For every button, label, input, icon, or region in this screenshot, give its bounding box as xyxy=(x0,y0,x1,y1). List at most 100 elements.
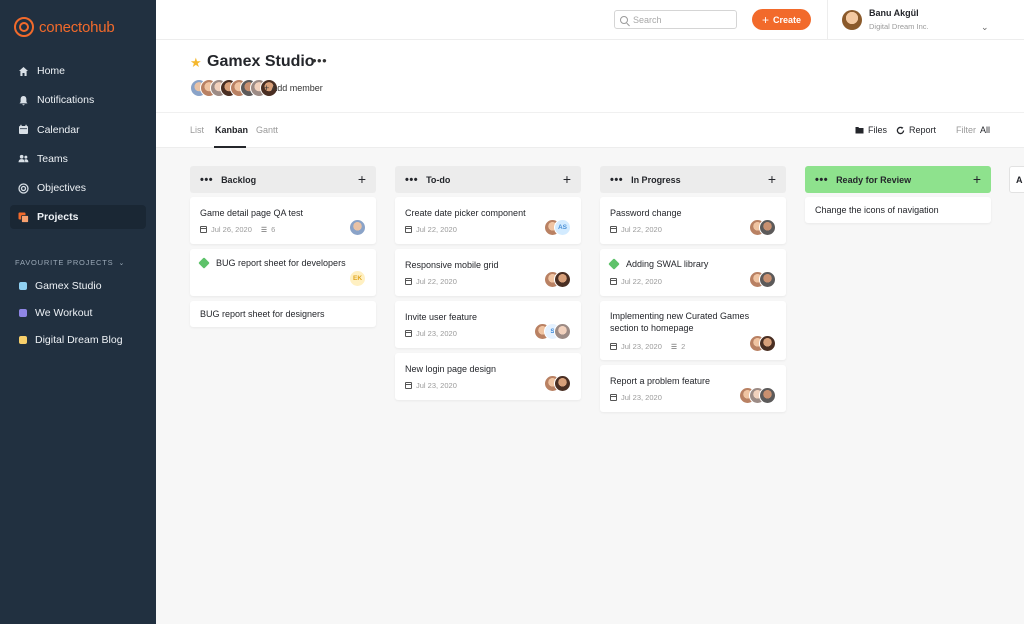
add-card-icon[interactable]: + xyxy=(768,171,776,187)
projects-icon xyxy=(18,212,29,223)
avatar: AS xyxy=(554,219,571,236)
card-meta: Jul 22, 2020 xyxy=(405,225,457,234)
task-card[interactable]: New login page design Jul 23, 2020 xyxy=(395,353,581,400)
add-card-icon[interactable]: + xyxy=(563,171,571,187)
chevron-down-icon: ⌄ xyxy=(118,259,126,267)
logo-text: conectohub xyxy=(39,18,115,36)
favourites-list: Gamex Studio We Workout Digital Dream Bl… xyxy=(10,275,146,356)
calendar-icon xyxy=(610,343,617,350)
task-card[interactable]: BUG report sheet for designers xyxy=(190,301,376,327)
sidebar-item-home[interactable]: Home xyxy=(10,59,146,83)
more-options-icon[interactable]: ••• xyxy=(405,174,418,186)
sidebar-item-notifications[interactable]: Notifications xyxy=(10,88,146,112)
active-tab-indicator xyxy=(214,146,246,148)
card-date: Jul 22, 2020 xyxy=(621,277,662,286)
more-options-icon[interactable]: ••• xyxy=(312,53,327,68)
more-options-icon[interactable]: ••• xyxy=(200,174,213,186)
sidebar: conectohub Home Notifications Calendar T… xyxy=(0,0,156,624)
card-title: Implementing new Curated Games section t… xyxy=(610,311,750,333)
calendar-icon xyxy=(405,330,412,337)
files-button[interactable]: Files xyxy=(855,125,887,135)
user-menu[interactable]: Banu Akgül Digital Dream Inc. xyxy=(842,8,929,31)
card-assignees xyxy=(749,219,776,236)
avatar: EK xyxy=(349,270,366,287)
sidebar-item-teams[interactable]: Teams xyxy=(10,147,146,171)
more-options-icon[interactable]: ••• xyxy=(610,174,623,186)
priority-diamond-icon xyxy=(198,257,210,269)
filter-dropdown[interactable]: Filter All xyxy=(956,125,990,135)
sidebar-item-label: Objectives xyxy=(37,182,87,195)
task-card[interactable]: Adding SWAL library Jul 22, 2020 xyxy=(600,249,786,296)
task-card[interactable]: Password change Jul 22, 2020 xyxy=(600,197,786,244)
logo[interactable]: conectohub xyxy=(14,17,115,37)
avatar xyxy=(349,219,366,236)
refresh-icon xyxy=(896,126,905,134)
create-button[interactable]: + Create xyxy=(752,9,811,30)
calendar-icon xyxy=(405,382,412,389)
task-card[interactable]: Invite user feature Jul 23, 2020 S xyxy=(395,301,581,348)
card-title: Change the icons of navigation xyxy=(815,205,939,215)
task-card[interactable]: Implementing new Curated Games section t… xyxy=(600,301,786,360)
favourite-project-digital-dream-blog[interactable]: Digital Dream Blog xyxy=(10,329,146,351)
card-date: Jul 23, 2020 xyxy=(621,393,662,402)
tab-list[interactable]: List xyxy=(190,125,204,135)
create-button-label: Create xyxy=(773,14,802,25)
project-color-dot xyxy=(19,336,27,344)
task-card[interactable]: Responsive mobile grid Jul 22, 2020 xyxy=(395,249,581,296)
card-meta: Jul 23, 2020 xyxy=(610,393,662,402)
avatar xyxy=(554,375,571,392)
column-title: Ready for Review xyxy=(836,174,912,185)
card-date: Jul 23, 2020 xyxy=(621,342,662,351)
calendar-icon xyxy=(405,278,412,285)
card-assignees: AS xyxy=(544,219,571,236)
add-card-icon[interactable]: + xyxy=(973,171,981,187)
star-icon[interactable]: ★ xyxy=(190,55,202,71)
kanban-column-todo: ••• To-do + Create date picker component… xyxy=(395,166,581,400)
report-button[interactable]: Report xyxy=(896,125,936,135)
task-card[interactable]: Game detail page QA test Jul 26, 2020 ☰ … xyxy=(190,197,376,244)
sidebar-nav: Home Notifications Calendar Teams Object… xyxy=(10,59,146,235)
card-date: Jul 26, 2020 xyxy=(211,225,252,234)
sidebar-item-objectives[interactable]: Objectives xyxy=(10,176,146,200)
add-member-button[interactable]: + Add member xyxy=(264,83,323,93)
task-card[interactable]: Report a problem feature Jul 23, 2020 xyxy=(600,365,786,412)
sidebar-item-calendar[interactable]: Calendar xyxy=(10,118,146,142)
task-card[interactable]: Change the icons of navigation xyxy=(805,197,991,223)
calendar-icon xyxy=(610,278,617,285)
avatar xyxy=(759,219,776,236)
chevron-down-icon[interactable]: ⌄ xyxy=(981,22,989,33)
add-card-icon[interactable]: + xyxy=(358,171,366,187)
logo-icon xyxy=(14,17,34,37)
card-assignees: EK xyxy=(349,270,366,287)
project-header: ★ Gamex Studio ••• + Add member xyxy=(156,40,1024,112)
avatar xyxy=(759,271,776,288)
card-assignees xyxy=(749,271,776,288)
card-meta: Jul 22, 2020 xyxy=(610,277,662,286)
topbar-divider xyxy=(827,0,828,40)
favourite-project-we-workout[interactable]: We Workout xyxy=(10,302,146,324)
card-assignees xyxy=(544,271,571,288)
tab-gantt[interactable]: Gantt xyxy=(256,125,278,135)
user-avatar xyxy=(842,9,862,30)
priority-diamond-icon xyxy=(608,258,620,270)
card-meta: Jul 23, 2020 xyxy=(405,381,457,390)
card-meta: Jul 23, 2020 ☰ 2 xyxy=(610,342,685,351)
sidebar-item-projects[interactable]: Projects xyxy=(10,205,146,230)
favourite-project-label: We Workout xyxy=(35,307,93,319)
kanban-column-in-progress: ••• In Progress + Password change Jul 22… xyxy=(600,166,786,412)
favourite-project-gamex-studio[interactable]: Gamex Studio xyxy=(10,275,146,297)
card-title: Create date picker component xyxy=(405,208,526,218)
card-title: Game detail page QA test xyxy=(200,208,304,218)
favourites-section-title[interactable]: FAVOURITE PROJECTS ⌄ xyxy=(15,258,125,267)
column-header: ••• To-do + xyxy=(395,166,581,193)
task-card[interactable]: Create date picker component Jul 22, 202… xyxy=(395,197,581,244)
tab-kanban[interactable]: Kanban xyxy=(215,125,248,135)
card-assignees xyxy=(544,375,571,392)
column-title: To-do xyxy=(426,174,451,185)
kanban-column-next-peek[interactable]: A xyxy=(1009,166,1024,193)
more-options-icon[interactable]: ••• xyxy=(815,174,828,186)
calendar-icon xyxy=(18,124,29,135)
task-card[interactable]: BUG report sheet for developers EK xyxy=(190,249,376,296)
search-input[interactable]: Search xyxy=(614,10,737,29)
avatar xyxy=(759,387,776,404)
